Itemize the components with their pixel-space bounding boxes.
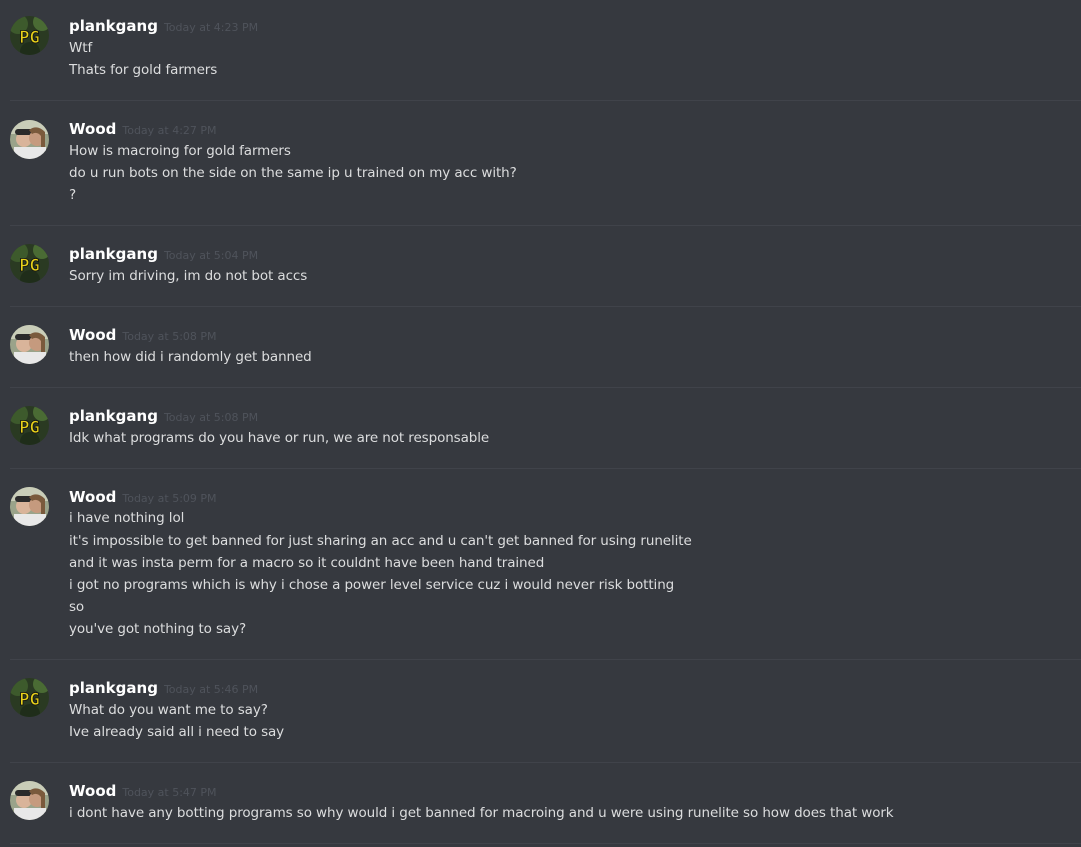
message-timestamp: Today at 5:08 PM [163,411,259,424]
wood-photo-avatar-icon[interactable] [10,781,49,820]
message-divider [10,387,1081,388]
message-author[interactable]: plankgang Today at 5:08 PM [69,407,258,425]
wood-photo-avatar-icon[interactable] [10,487,49,526]
author-name[interactable]: plankgang [69,17,158,35]
message-author[interactable]: Wood Today at 5:08 PM [69,326,217,344]
message-timestamp: Today at 5:08 PM [122,330,217,343]
author-name[interactable]: plankgang [69,245,158,263]
message-line: then how did i randomly get banned [69,349,312,365]
message-author[interactable]: Wood Today at 5:09 PM [69,488,217,506]
author-name[interactable]: Wood [69,782,116,800]
plankgang-pg-avatar-icon[interactable]: PG [10,406,49,445]
pg-avatar-text: PG [19,690,39,710]
chat-log: PG plankgang Today at 4:23 PM Wtf Thats f… [0,0,1081,847]
message-line: ? [69,187,77,203]
message-line: Ive already said all i need to say [69,724,285,740]
message-line: you've got nothing to say? [69,621,247,637]
message-line: Thats for gold farmers [69,62,218,78]
message-divider [10,659,1081,660]
message-line: Idk what programs do you have or run, we… [69,430,490,446]
message-divider [10,762,1081,763]
message-line: Wtf [69,40,93,56]
author-name[interactable]: plankgang [69,407,158,425]
pg-avatar-text: PG [19,28,39,48]
message-author[interactable]: Wood Today at 4:27 PM [69,120,217,138]
message-divider [10,843,1081,844]
pg-avatar-text: PG [19,256,39,276]
message-divider [10,468,1081,469]
message-line: do u run bots on the side on the same ip… [69,165,517,181]
message-line: Sorry im driving, im do not bot accs [69,268,308,284]
message-line: and it was insta perm for a macro so it … [69,555,545,571]
message-author[interactable]: plankgang Today at 4:23 PM [69,17,258,35]
wood-photo-avatar-icon[interactable] [10,325,49,364]
author-name[interactable]: Wood [69,120,116,138]
message-timestamp: Today at 4:23 PM [163,21,259,34]
author-name[interactable]: Wood [69,326,116,344]
message-divider [10,225,1081,226]
message-author[interactable]: Wood Today at 5:47 PM [69,782,217,800]
wood-photo-avatar-icon[interactable] [10,120,49,159]
plankgang-pg-avatar-icon[interactable]: PG [10,244,49,283]
author-name[interactable]: plankgang [69,679,158,697]
message-line: i dont have any botting programs so why … [69,805,894,821]
message-timestamp: Today at 5:09 PM [122,492,217,505]
message-author[interactable]: plankgang Today at 5:46 PM [69,679,258,697]
message-line: What do you want me to say? [69,702,268,718]
message-line: i have nothing lol [69,510,185,526]
message-line: so [69,599,85,615]
message-divider [10,306,1081,307]
message-timestamp: Today at 5:46 PM [163,683,259,696]
pg-avatar-text: PG [19,418,39,438]
message-author[interactable]: plankgang Today at 5:04 PM [69,245,258,263]
message-timestamp: Today at 4:27 PM [122,124,217,137]
message-line: How is macroing for gold farmers [69,143,291,159]
message-divider [10,100,1081,101]
message-timestamp: Today at 5:47 PM [122,786,217,799]
author-name[interactable]: Wood [69,488,116,506]
message-line: it's impossible to get banned for just s… [69,533,692,549]
plankgang-pg-avatar-icon[interactable]: PG [10,16,49,55]
message-line: i got no programs which is why i chose a… [69,577,675,593]
message-timestamp: Today at 5:04 PM [163,249,259,262]
plankgang-pg-avatar-icon[interactable]: PG [10,678,49,717]
